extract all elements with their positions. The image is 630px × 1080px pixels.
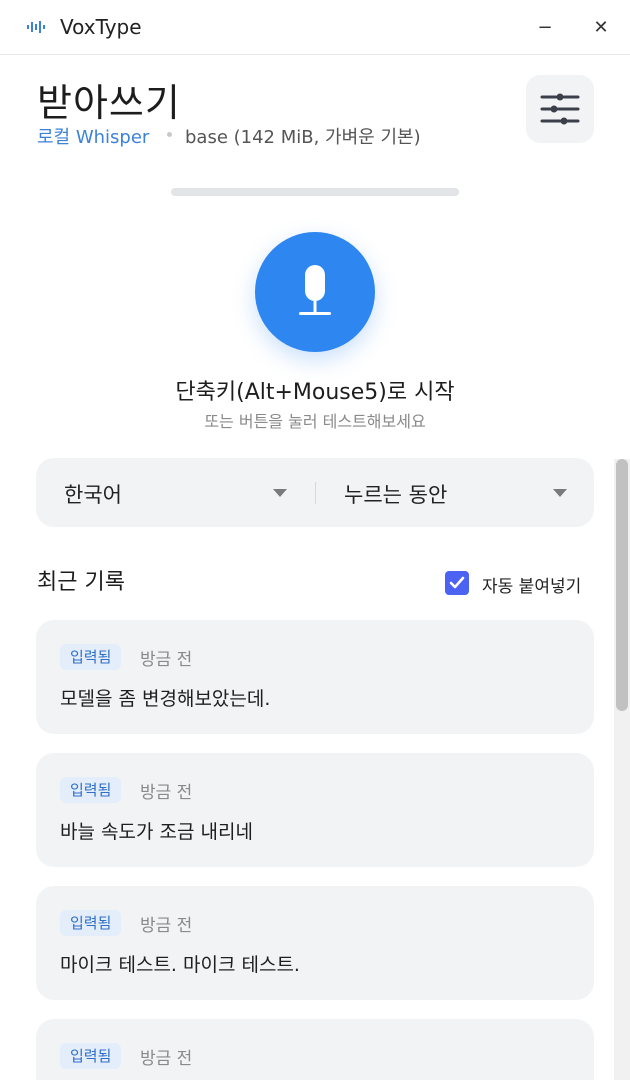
transcript-text: 모델을 좀 변경해보았는데. bbox=[60, 688, 271, 710]
close-icon: ✕ bbox=[593, 16, 609, 38]
main-content: 받아쓰기 로컬 Whisper base (142 MiB, 가벼운 기본) 단… bbox=[0, 56, 630, 1080]
auto-paste-checkbox[interactable] bbox=[445, 571, 469, 595]
history-item[interactable]: 입력됨 방금 전 마이크 테스트. 마이크 테스트. bbox=[36, 886, 594, 1000]
title-bar: VoxType − ✕ bbox=[0, 0, 630, 55]
chevron-down-icon bbox=[273, 489, 287, 497]
status-badge: 입력됨 bbox=[60, 910, 122, 936]
mode-value: 누르는 동안 bbox=[344, 483, 448, 507]
waveform-icon bbox=[27, 21, 45, 33]
history-item[interactable]: 입력됨 방금 전 바늘 속도가 조금 내리네 bbox=[36, 753, 594, 867]
shortcut-hint: 단축키(Alt+Mouse5)로 시작 bbox=[175, 380, 455, 405]
status-badge: 입력됨 bbox=[60, 777, 122, 803]
history-item[interactable]: 입력됨 방금 전 bbox=[36, 1019, 594, 1080]
mode-select[interactable]: 누르는 동안 bbox=[315, 458, 594, 527]
status-badge: 입력됨 bbox=[60, 1043, 122, 1069]
microphone-icon bbox=[299, 265, 331, 315]
settings-button[interactable] bbox=[526, 75, 594, 143]
timestamp: 방금 전 bbox=[140, 1049, 193, 1069]
chevron-down-icon bbox=[553, 489, 567, 497]
transcript-text: 마이크 테스트. 마이크 테스트. bbox=[60, 954, 300, 976]
audio-level-bar bbox=[171, 188, 459, 196]
test-hint: 또는 버튼을 눌러 테스트해보세요 bbox=[204, 412, 426, 431]
selector-bar: 한국어 누르는 동안 bbox=[36, 458, 594, 527]
auto-paste-label: 자동 붙여넣기 bbox=[482, 577, 582, 597]
checkmark-icon bbox=[449, 576, 465, 589]
transcript-text: 바늘 속도가 조금 내리네 bbox=[60, 821, 253, 843]
sliders-icon bbox=[540, 93, 580, 125]
status-badge: 입력됨 bbox=[60, 644, 122, 670]
history-item[interactable]: 입력됨 방금 전 모델을 좀 변경해보았는데. bbox=[36, 620, 594, 734]
minimize-button[interactable]: − bbox=[532, 14, 558, 40]
model-info: base (142 MiB, 가벼운 기본) bbox=[185, 127, 421, 148]
language-select[interactable]: 한국어 bbox=[36, 458, 315, 527]
engine-link[interactable]: 로컬 Whisper bbox=[37, 123, 149, 149]
window-title: VoxType bbox=[60, 15, 142, 39]
separator-dot bbox=[167, 132, 172, 137]
scrollbar-thumb[interactable] bbox=[616, 459, 628, 711]
close-button[interactable]: ✕ bbox=[588, 14, 614, 40]
timestamp: 방금 전 bbox=[140, 916, 193, 936]
scrollbar[interactable] bbox=[614, 459, 630, 1080]
timestamp: 방금 전 bbox=[140, 783, 193, 803]
page-title: 받아쓰기 bbox=[37, 81, 181, 125]
language-value: 한국어 bbox=[64, 483, 122, 507]
history-title: 최근 기록 bbox=[37, 570, 125, 595]
timestamp: 방금 전 bbox=[140, 650, 193, 670]
minimize-icon: − bbox=[537, 16, 553, 38]
record-button[interactable] bbox=[255, 232, 375, 352]
